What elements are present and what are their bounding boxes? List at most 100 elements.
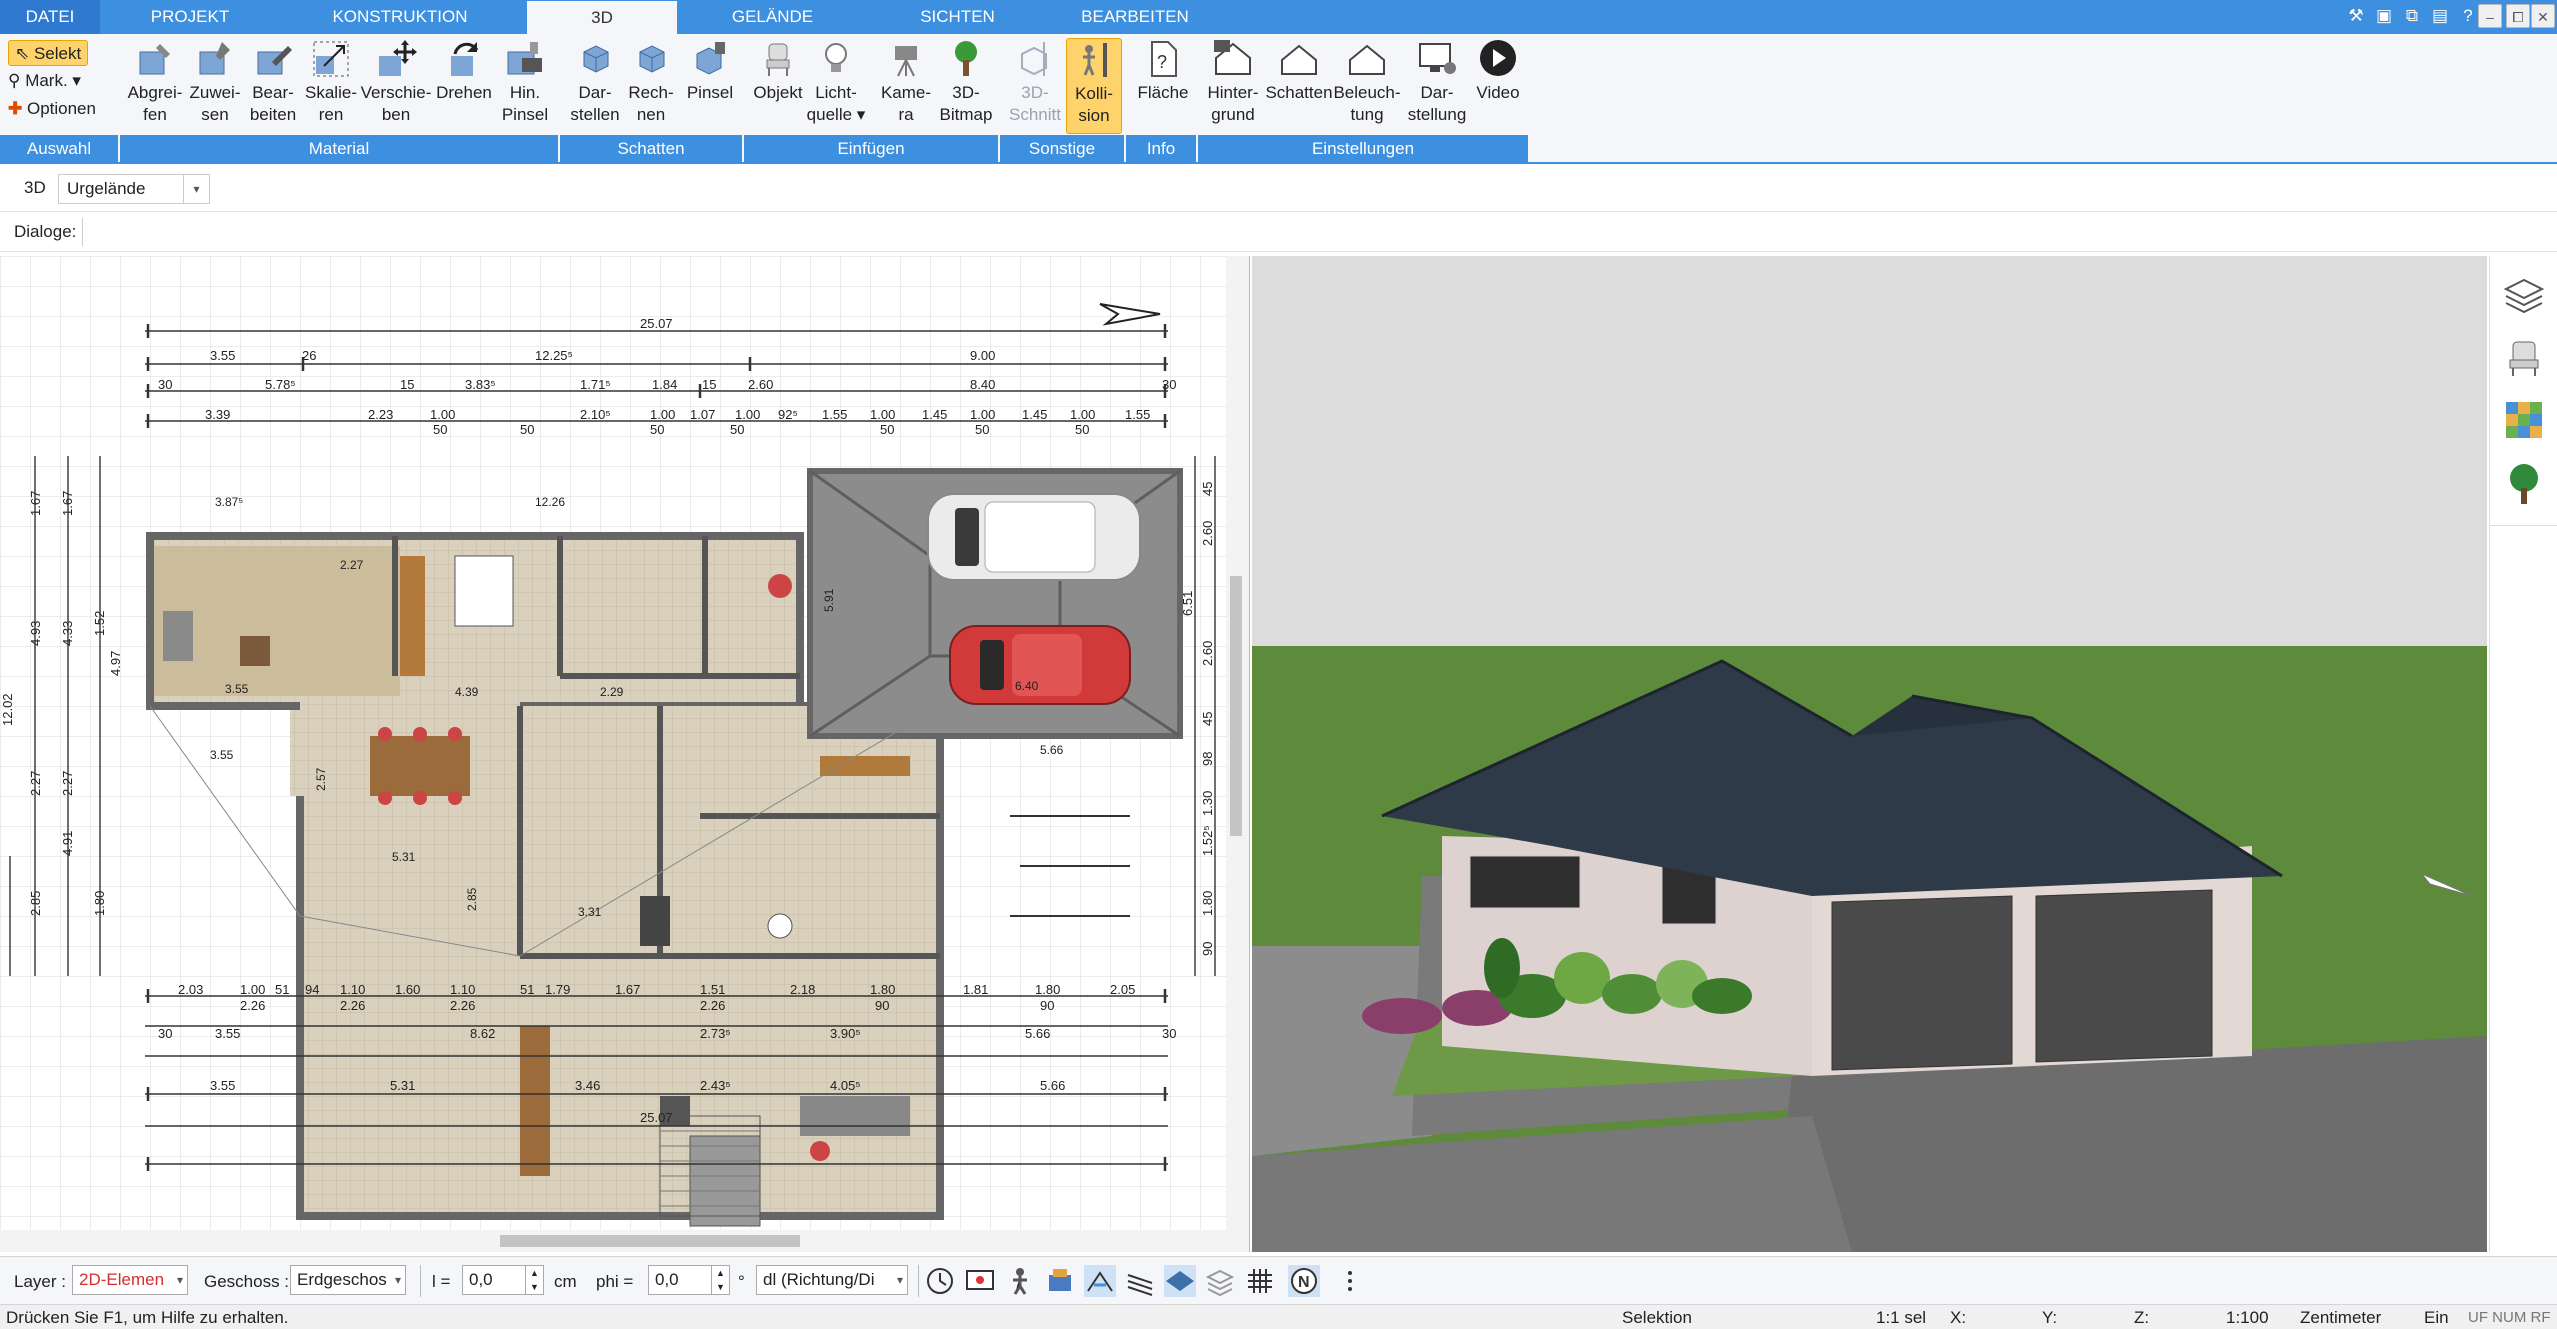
plants-icon[interactable] — [2504, 462, 2544, 506]
svg-text:1.80: 1.80 — [870, 982, 895, 997]
floor-plane-icon[interactable] — [1164, 1265, 1196, 1297]
cursor-icon: ⇖ — [15, 44, 34, 63]
car-white — [927, 493, 1141, 581]
layout-icon[interactable]: ▤ — [2428, 4, 2452, 28]
selekt-button[interactable]: ⇖ Selekt — [8, 40, 89, 66]
tab-gelaende[interactable]: GELÄNDE — [690, 0, 855, 34]
svg-text:15: 15 — [702, 377, 716, 392]
collision-person-icon — [1083, 43, 1107, 77]
pinsel-button[interactable]: Pinsel — [680, 38, 740, 104]
video-button[interactable]: Video — [1468, 38, 1528, 104]
tab-projekt[interactable]: PROJEKT — [110, 0, 270, 34]
screen-record-icon[interactable] — [964, 1265, 996, 1297]
tab-sichten[interactable]: SICHTEN — [880, 0, 1035, 34]
kamera-button[interactable]: Kame-ra — [876, 38, 936, 126]
drehen-button[interactable]: Drehen — [432, 38, 496, 104]
flaeche-button[interactable]: ? Fläche — [1132, 38, 1194, 104]
svg-text:50: 50 — [650, 422, 664, 437]
status-flags: UF NUM RF — [2468, 1309, 2551, 1326]
save-icon[interactable]: ▣ — [2372, 4, 2396, 28]
north-toggle-icon[interactable]: N — [1288, 1265, 1320, 1297]
svg-text:2.27: 2.27 — [60, 771, 75, 796]
darstellen-button[interactable]: Dar-stellen — [564, 38, 626, 126]
layers-toggle-icon[interactable] — [1204, 1265, 1236, 1297]
status-ein: Ein — [2424, 1308, 2449, 1327]
cube-shadow-icon — [583, 45, 609, 73]
hin-pinsel-button[interactable]: Hin. Pinsel — [496, 38, 554, 126]
close-icon[interactable]: ✕ — [2531, 4, 2555, 28]
kollision-button[interactable]: Kolli-sion — [1066, 38, 1122, 134]
abgreifen-button[interactable]: Abgrei-fen — [122, 38, 188, 126]
lightbulb-icon — [825, 43, 847, 72]
tab-konstruktion[interactable]: KONSTRUKTION — [300, 0, 500, 34]
geschoss-dropdown[interactable]: Erdgeschos ▾ — [290, 1265, 406, 1295]
svg-text:1.80: 1.80 — [92, 891, 107, 916]
verschieben-button[interactable]: Verschie-ben — [358, 38, 434, 126]
svg-text:50: 50 — [520, 422, 534, 437]
optionen-button[interactable]: ✚ Optionen — [8, 96, 96, 122]
svg-text:3.55: 3.55 — [215, 1026, 240, 1041]
restore-icon[interactable]: ⧠ — [2506, 4, 2530, 28]
schatten-settings-button[interactable]: Schatten — [1264, 38, 1334, 104]
floor-plan-view[interactable]: 25.07 3.55 26 12.25⁵ 9.00 30 5.78⁵ 15 3.… — [0, 256, 1250, 1252]
svg-text:5.66: 5.66 — [1025, 1026, 1050, 1041]
wall-hatch-icon[interactable] — [1124, 1265, 1156, 1297]
mark-button[interactable]: ⚲ Mark. ▾ — [8, 68, 81, 94]
svg-text:1.55: 1.55 — [1125, 407, 1150, 422]
svg-text:51: 51 — [520, 982, 534, 997]
layer-dropdown[interactable]: 2D-Elemen ▾ — [72, 1265, 188, 1295]
clock-icon[interactable] — [924, 1265, 956, 1297]
edit-surface-icon[interactable] — [1084, 1265, 1116, 1297]
rechnen-button[interactable]: Rech-nen — [622, 38, 680, 126]
walk-icon[interactable] — [1004, 1265, 1036, 1297]
layers-icon[interactable] — [2503, 276, 2545, 316]
phi-input[interactable]: 0,0 ▲ ▼ — [648, 1265, 730, 1295]
svg-text:25.07: 25.07 — [640, 316, 673, 331]
help-icon[interactable]: ? — [2456, 4, 2480, 28]
floor-plan-canvas[interactable]: 25.07 3.55 26 12.25⁵ 9.00 30 5.78⁵ 15 3.… — [0, 256, 1250, 1252]
3d-bitmap-button[interactable]: 3D- Bitmap — [934, 38, 998, 126]
zuweisen-button[interactable]: Zuwei-sen — [186, 38, 244, 126]
bearbeiten-button[interactable]: Bear-beiten — [244, 38, 302, 126]
materials-icon[interactable] — [2504, 400, 2544, 440]
tab-datei[interactable]: DATEI — [0, 0, 100, 34]
svg-text:45: 45 — [1200, 482, 1215, 496]
chevron-down-icon: ▾ — [176, 1273, 183, 1287]
svg-text:9.00: 9.00 — [970, 348, 995, 363]
length-input[interactable]: 0,0 ▲ ▼ — [462, 1265, 544, 1295]
svg-text:2.60: 2.60 — [1200, 641, 1215, 666]
window-icon[interactable]: ⧉ — [2400, 4, 2424, 28]
3d-scene[interactable] — [1252, 256, 2487, 1252]
svg-text:45: 45 — [1200, 712, 1215, 726]
grid-icon[interactable] — [1244, 1265, 1276, 1297]
more-options-icon[interactable] — [1334, 1265, 1366, 1297]
move-icon — [379, 40, 417, 76]
tools-icon[interactable]: ⚒ — [2344, 4, 2368, 28]
direction-dropdown[interactable]: dl (Richtung/Di ▾ — [756, 1265, 908, 1295]
tab-3d[interactable]: 3D — [527, 0, 677, 34]
3d-schnitt-button[interactable]: 3D- Schnitt — [1004, 38, 1066, 126]
rotate-icon — [451, 42, 479, 76]
minimize-icon[interactable]: – — [2478, 4, 2502, 28]
object-settings-icon[interactable] — [1044, 1265, 1076, 1297]
group-sonstige: Sonstige — [1000, 135, 1124, 162]
sky — [1252, 256, 2487, 646]
brush-icon — [507, 42, 542, 75]
skalieren-button[interactable]: Skalie-ren — [302, 38, 360, 126]
terrain-dropdown[interactable]: Urgelände ▾ — [58, 174, 210, 204]
svg-text:1.00: 1.00 — [735, 407, 760, 422]
darstellung-button[interactable]: Dar-stellung — [1402, 38, 1472, 126]
svg-text:2.26: 2.26 — [700, 998, 725, 1013]
lichtquelle-button[interactable]: Licht-quelle ▾ — [806, 38, 866, 126]
beleuchtung-button[interactable]: Beleuch-tung — [1332, 38, 1402, 126]
plan-vscroll-thumb[interactable] — [1230, 576, 1242, 836]
status-mode: Selektion — [1622, 1308, 1692, 1327]
furniture-catalog-icon[interactable] — [2504, 338, 2544, 378]
stepper-icon[interactable]: ▲ ▼ — [525, 1266, 543, 1294]
hintergrund-button[interactable]: Hinter-grund — [1200, 38, 1266, 126]
3d-view[interactable] — [1252, 256, 2487, 1252]
objekt-button[interactable]: Objekt — [748, 38, 808, 104]
plan-hscroll-thumb[interactable] — [500, 1235, 800, 1247]
tab-bearbeiten[interactable]: BEARBEITEN — [1045, 0, 1225, 34]
stepper-icon[interactable]: ▲ ▼ — [711, 1266, 729, 1294]
